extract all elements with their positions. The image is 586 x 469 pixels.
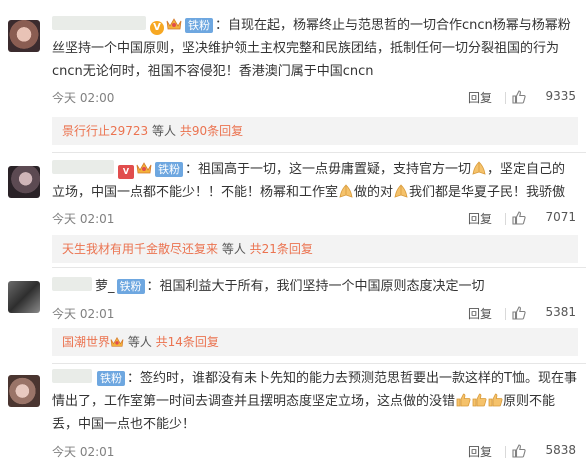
comment-item: 萝_ 铁粉 ：祖国利益大于所有，我们坚持一个中国原则态度决定一切 今天 02:01 … [0, 267, 586, 358]
comment-time: 今天 02:01 [52, 445, 115, 459]
crown-icon [110, 330, 124, 347]
replies-separator: 等人 [124, 335, 156, 349]
fan-badge: 铁粉 [116, 279, 145, 294]
view-replies-link[interactable]: 共21条回复 [250, 242, 313, 256]
thumbs-up-emoji-icon [487, 392, 503, 407]
username-blurred[interactable] [52, 369, 92, 383]
reply-author[interactable]: 国潮世界 [62, 335, 110, 349]
reply-author[interactable]: 景行行止29723 [62, 124, 148, 138]
comment-meta: 今天 02:00 回复 9335 [52, 89, 578, 107]
thumbs-up-emoji-icon [455, 392, 471, 407]
username-tail[interactable]: 萝_ [95, 279, 115, 294]
reply-button[interactable]: 回复 [468, 89, 492, 106]
like-icon[interactable] [512, 90, 526, 104]
crown-icon [166, 16, 182, 30]
fan-badge: 铁粉 [155, 162, 183, 177]
divider [505, 92, 506, 104]
view-replies-link[interactable]: 共14条回复 [156, 335, 219, 349]
comment-text: ：祖国利益大于所有，我们坚持一个中国原则态度决定一切 [146, 279, 485, 294]
reply-button[interactable]: 回复 [468, 210, 492, 227]
like-icon[interactable] [512, 211, 526, 225]
comment-meta: 今天 02:01 回复 7071 [52, 210, 578, 228]
fan-badge: 铁粉 [185, 18, 213, 33]
username-blurred[interactable] [52, 16, 146, 30]
svip-icon: V [118, 165, 134, 179]
like-count: 5381 [545, 305, 576, 319]
divider [505, 308, 506, 320]
divider [505, 446, 506, 458]
reply-button[interactable]: 回复 [468, 305, 492, 322]
crown-icon [136, 160, 152, 174]
comment-item: 铁粉 ：签约时，谁都没有未卜先知的能力去预测范思哲要出一款这样的T恤。现在事情出了… [0, 363, 586, 469]
comment-text: ：祖国高于一切，这一点毋庸置疑，支持官方一切 [185, 162, 472, 177]
comment-time: 今天 02:01 [52, 307, 115, 321]
comment-text: 我们都是华夏子民！我骄傲 [409, 185, 566, 200]
username-blurred[interactable] [52, 160, 114, 174]
thumbs-up-emoji-icon [471, 392, 487, 407]
comment-item: V 铁粉 ：祖国高于一切，这一点毋庸置疑，支持官方一切 ，坚定自己的立场，中国一点都不… [0, 152, 586, 266]
like-icon[interactable] [512, 444, 526, 458]
pray-emoji-icon [393, 183, 409, 198]
like-count: 5838 [545, 443, 576, 457]
pray-emoji-icon [338, 183, 354, 198]
replies-separator: 等人 [218, 242, 250, 256]
fan-badge: 铁粉 [97, 371, 125, 386]
reply-button[interactable]: 回复 [468, 443, 492, 460]
reply-author[interactable]: 天生我材有用千金散尽还复来 [62, 242, 218, 256]
pray-emoji-icon [471, 160, 487, 175]
divider [505, 213, 506, 225]
replies-separator: 等人 [148, 124, 180, 138]
avatar[interactable] [8, 281, 40, 313]
comment-meta: 今天 02:01 回复 5381 [52, 305, 578, 323]
username-blurred[interactable] [52, 277, 92, 291]
v-badge-icon: V [150, 21, 164, 35]
like-count: 7071 [545, 210, 576, 224]
avatar[interactable] [8, 375, 40, 407]
comment-feed: V 铁粉 ：自现在起，杨幂终止与范思哲的一切合作cncn杨幂与杨幂粉丝坚持一个中国原… [0, 0, 586, 469]
replies-summary[interactable]: 国潮世界 等人 共14条回复 [52, 328, 578, 356]
comment-time: 今天 02:00 [52, 91, 115, 105]
replies-summary[interactable]: 景行行止29723 等人 共90条回复 [52, 117, 578, 145]
comment-meta: 今天 02:01 回复 5838 [52, 443, 578, 461]
comment-item: V 铁粉 ：自现在起，杨幂终止与范思哲的一切合作cncn杨幂与杨幂粉丝坚持一个中国原… [0, 0, 586, 146]
avatar[interactable] [8, 166, 40, 198]
like-count: 9335 [545, 89, 576, 103]
comment-time: 今天 02:01 [52, 212, 115, 226]
view-replies-link[interactable]: 共90条回复 [180, 124, 243, 138]
replies-summary[interactable]: 天生我材有用千金散尽还复来 等人 共21条回复 [52, 235, 578, 263]
comment-text: 做的对 [354, 185, 394, 200]
like-icon[interactable] [512, 306, 526, 320]
avatar[interactable] [8, 20, 40, 52]
